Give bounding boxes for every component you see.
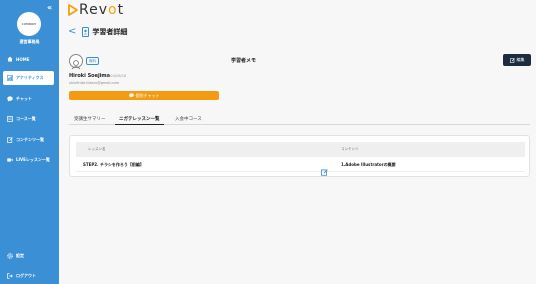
logout-icon [6, 273, 13, 279]
sidebar-item-home[interactable]: HOME [3, 52, 54, 66]
sidebar-item-analytics[interactable]: アナリティクス [3, 71, 54, 85]
learner-memo-title: 学習者メモ [231, 58, 257, 64]
edit-icon[interactable] [321, 161, 328, 176]
chat-bubble-icon [128, 93, 134, 98]
user-avatar-icon [71, 60, 81, 70]
sidebar-item-label: コンテンツ一覧 [16, 137, 44, 142]
sidebar-item-label: ログアウト [16, 273, 36, 278]
sidebar-item-courses[interactable]: コース一覧 [3, 112, 54, 126]
edit-label: 編集 [516, 57, 525, 62]
learner-name: Hiroki Soejima [69, 73, 111, 79]
table-row[interactable]: STEP2. チラシを作ろう【前編】 1.Adobe Illustratorの概… [76, 158, 525, 176]
brand-name: Revot [79, 2, 125, 18]
table-header: レッスン名 コンテンツ [76, 142, 525, 157]
sidebar-item-label: コース一覧 [16, 116, 36, 121]
chat-icon [6, 96, 13, 102]
tab-enrolled-courses[interactable]: 入会中コース [171, 113, 206, 125]
edit-memo-button[interactable]: 編集 [503, 54, 531, 66]
organization-logo: COMPANY [17, 12, 41, 36]
sidebar-item-label: HOME [16, 56, 30, 62]
edit-icon [509, 57, 515, 63]
private-chat-label: 個別チャット [135, 92, 160, 98]
plan-badge: 無料 [86, 57, 99, 65]
tab-bar: 受講生サマリー ニガテレッスン一覧 入会中コース [69, 113, 530, 125]
back-button[interactable]: < [68, 26, 76, 37]
analytics-icon [6, 75, 13, 81]
live-icon [6, 157, 13, 163]
sidebar: « COMPANY 運営事務局 HOME アナリティクス チャット コース一覧 … [0, 0, 59, 284]
avatar [69, 54, 83, 70]
sidebar-item-live-lessons[interactable]: LIVEレッスン一覧 [3, 153, 54, 167]
content-icon [6, 137, 13, 143]
tab-weak-lessons[interactable]: ニガテレッスン一覧 [115, 113, 164, 125]
page-title: 学習者詳細 [92, 27, 128, 36]
learner-card-icon [82, 26, 90, 37]
private-chat-button[interactable]: 個別チャット [69, 91, 219, 100]
sidebar-item-label: 設定 [16, 253, 24, 258]
lesson-name-cell: STEP2. チラシを作ろう【前編】 [83, 162, 144, 167]
page-header: < 学習者詳細 [68, 26, 127, 37]
settings-icon [6, 253, 13, 259]
sidebar-item-settings[interactable]: 設定 [3, 249, 54, 263]
home-icon [6, 56, 13, 62]
collapse-sidebar-button[interactable]: « [47, 3, 52, 12]
sidebar-item-label: LIVEレッスン一覧 [16, 157, 50, 162]
learner-email: shinfinite.hikaru@gmail.com [69, 81, 120, 85]
sidebar-item-contents[interactable]: コンテンツ一覧 [3, 133, 54, 147]
organization-name: 運営事務局 [19, 39, 40, 44]
sidebar-item-label: アナリティクス [16, 75, 44, 80]
sidebar-item-logout[interactable]: ログアウト [3, 269, 54, 283]
brand-logo: Revot [68, 2, 124, 18]
column-header-lesson: レッスン名 [88, 147, 106, 151]
logo-text: COMPANY [21, 22, 37, 26]
play-logo-icon [68, 4, 78, 16]
weak-lessons-table: レッスン名 コンテンツ STEP2. チラシを作ろう【前編】 1.Adobe I… [69, 135, 530, 177]
sidebar-item-label: チャット [16, 96, 32, 101]
content-name-cell: 1.Adobe Illustratorの概要 [341, 162, 396, 167]
tab-learner-summary[interactable]: 受講生サマリー [70, 113, 110, 125]
sidebar-item-chat[interactable]: チャット [3, 92, 54, 106]
course-icon [6, 116, 13, 122]
registration-date: 2024/06/18 [106, 74, 127, 78]
column-header-content: コンテンツ [341, 147, 359, 151]
